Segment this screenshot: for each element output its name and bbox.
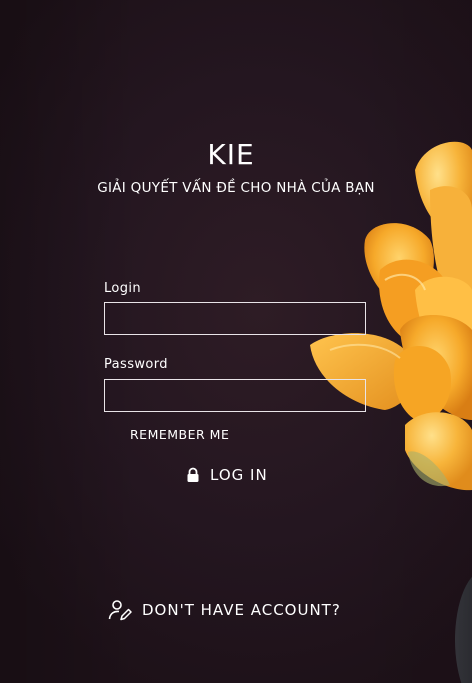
vase-edge bbox=[455, 570, 472, 683]
login-input[interactable] bbox=[104, 302, 366, 335]
login-screen: KIE GIẢI QUYẾT VẤN ĐỀ CHO NHÀ CỦA BẠN Lo… bbox=[0, 0, 472, 683]
login-button[interactable]: LOG IN bbox=[186, 463, 268, 487]
lock-icon bbox=[187, 467, 199, 482]
login-button-label: LOG IN bbox=[210, 466, 268, 484]
brand-tagline: GIẢI QUYẾT VẤN ĐỀ CHO NHÀ CỦA BẠN bbox=[97, 180, 375, 196]
remember-me-checkbox[interactable]: REMEMBER ME bbox=[130, 427, 229, 442]
user-edit-icon bbox=[108, 600, 132, 621]
password-label: Password bbox=[104, 357, 168, 372]
signup-link-label: DON'T HAVE ACCOUNT? bbox=[142, 601, 341, 619]
login-label: Login bbox=[104, 281, 142, 296]
password-input[interactable] bbox=[104, 379, 366, 412]
signup-link[interactable]: DON'T HAVE ACCOUNT? bbox=[108, 597, 341, 623]
brand-title: KIE bbox=[207, 138, 255, 171]
